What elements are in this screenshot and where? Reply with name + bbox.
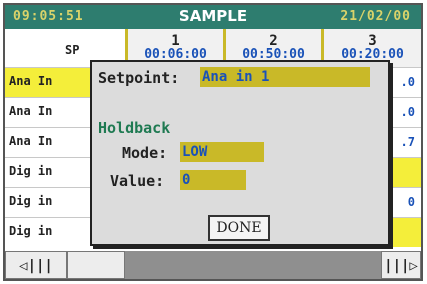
setpoint-field[interactable]: Ana in 1: [200, 67, 370, 87]
setpoint-label: Setpoint:: [98, 69, 180, 87]
holdback-heading: Holdback: [98, 119, 171, 137]
hmi-screen: 09:05:51 SAMPLE 21/02/00 SP 1 00:06:00 2…: [3, 3, 423, 281]
value-field[interactable]: 0: [180, 170, 246, 190]
sp-label: SP: [65, 43, 80, 57]
footer-blank-button[interactable]: [67, 251, 125, 279]
footer-bar: ◁||| |||▷: [5, 251, 421, 279]
header-date: 21/02/00: [340, 9, 411, 24]
mode-label: Mode:: [122, 144, 168, 162]
mode-value: LOW: [182, 144, 208, 160]
header-bar: 09:05:51 SAMPLE 21/02/00: [5, 5, 421, 29]
value-value: 0: [182, 172, 191, 188]
done-button[interactable]: DONE: [208, 215, 270, 241]
scroll-left-icon: ◁|||: [19, 258, 53, 274]
scroll-right-icon: |||▷: [384, 258, 418, 274]
scroll-right-button[interactable]: |||▷: [381, 251, 421, 279]
setpoint-dialog: Setpoint: Ana in 1 Holdback Mode: LOW Va…: [90, 60, 390, 246]
mode-field[interactable]: LOW: [180, 142, 264, 162]
scroll-left-button[interactable]: ◁|||: [5, 251, 67, 279]
value-label: Value:: [110, 172, 165, 190]
setpoint-value: Ana in 1: [202, 69, 270, 85]
